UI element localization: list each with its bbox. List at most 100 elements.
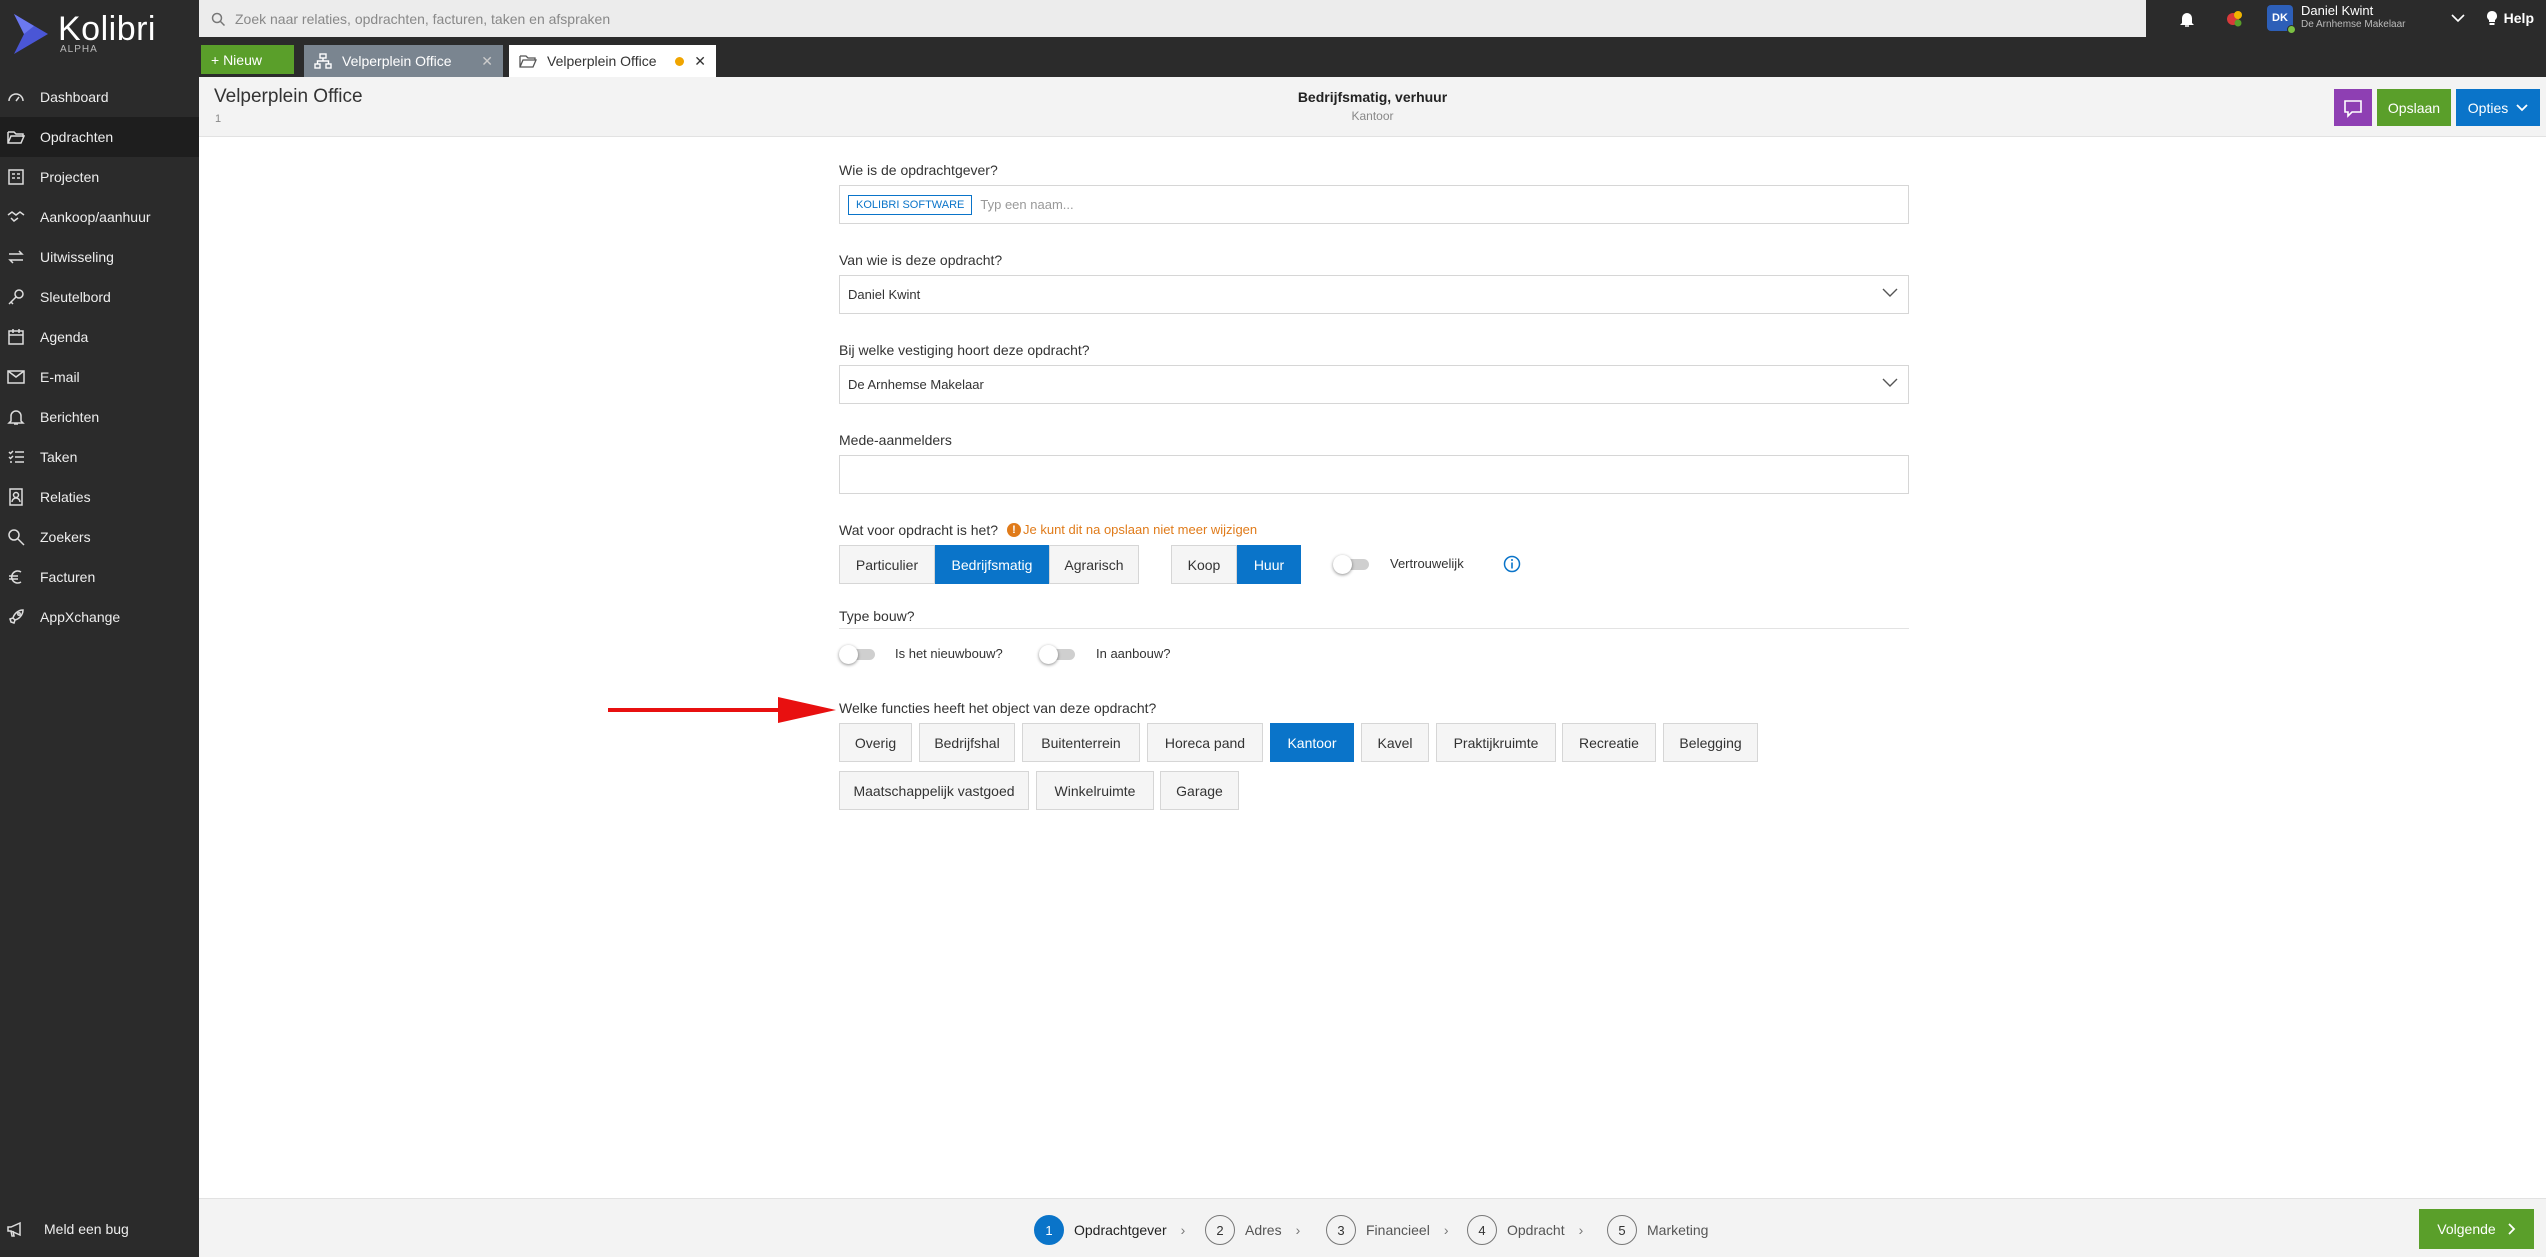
nav-item-zoekers[interactable]: Zoekers: [0, 517, 199, 557]
nav-item-dashboard[interactable]: Dashboard: [0, 77, 199, 117]
user-org: De Arnhemse Makelaar: [2301, 19, 2406, 30]
handshake-icon: [6, 207, 26, 227]
confidential-label: Vertrouwelijk: [1390, 556, 1464, 571]
nav-label: Taken: [40, 449, 78, 465]
function-kavel[interactable]: Kavel: [1361, 723, 1429, 762]
report-bug-button[interactable]: Meld een bug: [6, 1220, 129, 1238]
step-number: 1: [1034, 1215, 1064, 1245]
tab-velperplein-office-1[interactable]: Velperplein Office ✕: [304, 45, 503, 77]
client-tag[interactable]: KOLIBRI SOFTWARE: [848, 194, 973, 215]
info-icon[interactable]: [1503, 555, 1521, 573]
close-icon[interactable]: ✕: [694, 53, 706, 70]
step-adres[interactable]: 2 Adres ›: [1205, 1215, 1300, 1245]
co-registrants-input[interactable]: [839, 455, 1909, 494]
function-horeca-pand[interactable]: Horeca pand: [1147, 723, 1263, 762]
chevron-down-icon: [2516, 103, 2528, 111]
sitemap-icon: [314, 53, 332, 69]
next-button[interactable]: Volgende: [2419, 1209, 2534, 1249]
owner-select[interactable]: Daniel Kwint: [839, 275, 1909, 314]
nav-item-aankoop[interactable]: Aankoop/aanhuur: [0, 197, 199, 237]
function-maatschappelijk-vastgoed[interactable]: Maatschappelijk vastgoed: [839, 771, 1029, 810]
folder-open-icon: [519, 53, 537, 69]
assignment-type-warning: ! Je kunt dit na opslaan niet meer wijzi…: [1007, 522, 1257, 537]
nav-item-projecten[interactable]: Projecten: [0, 157, 199, 197]
notifications-button[interactable]: [2176, 8, 2198, 30]
nav-label: Opdrachten: [40, 129, 114, 145]
search-input[interactable]: [235, 10, 2035, 27]
nav-item-facturen[interactable]: Facturen: [0, 557, 199, 597]
step-financieel[interactable]: 3 Financieel ›: [1326, 1215, 1449, 1245]
step-label: Opdracht: [1507, 1222, 1565, 1238]
nav-label: Facturen: [40, 569, 96, 585]
nav-label: Dashboard: [40, 89, 109, 105]
client-field[interactable]: KOLIBRI SOFTWARE: [839, 185, 1909, 224]
nav-item-uitwisseling[interactable]: Uitwisseling: [0, 237, 199, 277]
new-button[interactable]: + Nieuw: [201, 45, 294, 74]
function-overig[interactable]: Overig: [839, 723, 912, 762]
close-icon[interactable]: ✕: [481, 53, 493, 70]
save-button[interactable]: Opslaan: [2377, 89, 2451, 126]
kolibri-logo-icon: [14, 14, 48, 54]
under-construction-toggle[interactable]: [1039, 645, 1077, 664]
user-menu[interactable]: DK Daniel Kwint De Arnhemse Makelaar: [2267, 3, 2465, 34]
global-search[interactable]: [199, 0, 2146, 37]
step-opdrachtgever[interactable]: 1 Opdrachtgever ›: [1034, 1215, 1185, 1245]
nav-item-agenda[interactable]: Agenda: [0, 317, 199, 357]
nav-item-berichten[interactable]: Berichten: [0, 397, 199, 437]
assignment-type-subtitle: Kantoor: [1351, 109, 1394, 123]
calendar-icon: [6, 327, 26, 347]
confidential-toggle[interactable]: [1333, 555, 1371, 574]
new-build-label: Is het nieuwbouw?: [895, 646, 1003, 661]
transaction-koop[interactable]: Koop: [1171, 545, 1237, 584]
function-recreatie[interactable]: Recreatie: [1562, 723, 1656, 762]
function-praktijkruimte[interactable]: Praktijkruimte: [1436, 723, 1556, 762]
category-bedrijfsmatig[interactable]: Bedrijfsmatig: [935, 545, 1049, 584]
step-opdracht[interactable]: 4 Opdracht ›: [1467, 1215, 1583, 1245]
key-icon: [6, 287, 26, 307]
step-number: 2: [1205, 1215, 1235, 1245]
status-indicator[interactable]: [2223, 8, 2245, 30]
step-marketing[interactable]: 5 Marketing: [1607, 1215, 1708, 1245]
step-label: Marketing: [1647, 1222, 1709, 1238]
nav-item-taken[interactable]: Taken: [0, 437, 199, 477]
function-winkelruimte[interactable]: Winkelruimte: [1036, 771, 1154, 810]
function-bedrijfshal[interactable]: Bedrijfshal: [919, 723, 1015, 762]
nav-label: Zoekers: [40, 529, 91, 545]
step-label: Opdrachtgever: [1074, 1222, 1167, 1238]
function-buitenterrein[interactable]: Buitenterrein: [1022, 723, 1140, 762]
help-button[interactable]: Help: [2485, 10, 2534, 26]
warning-text: Je kunt dit na opslaan niet meer wijzige…: [1023, 522, 1258, 537]
nav-label: Aankoop/aanhuur: [40, 209, 151, 225]
warning-icon: !: [1007, 522, 1021, 537]
nav-item-appxchange[interactable]: AppXchange: [0, 597, 199, 637]
new-build-toggle[interactable]: [839, 645, 877, 664]
avatar-initials: DK: [2272, 12, 2288, 24]
user-name: Daniel Kwint: [2301, 3, 2374, 18]
step-label: Adres: [1245, 1222, 1282, 1238]
nav-item-opdrachten[interactable]: Opdrachten: [0, 117, 199, 157]
owner-value: Daniel Kwint: [848, 287, 921, 302]
tab-label: Velperplein Office: [342, 53, 452, 69]
sidebar: Kolibri ALPHA Dashboard Opdrachten Proje…: [0, 0, 199, 1257]
folder-open-icon: [6, 127, 26, 147]
chat-button[interactable]: [2334, 89, 2372, 126]
nav-item-relaties[interactable]: Relaties: [0, 477, 199, 517]
category-agrarisch[interactable]: Agrarisch: [1049, 545, 1139, 584]
owner-label: Van wie is deze opdracht?: [839, 252, 1003, 268]
function-garage[interactable]: Garage: [1160, 771, 1239, 810]
assignment-type-label: Wat voor opdracht is het?: [839, 522, 999, 538]
client-input[interactable]: [980, 197, 1581, 212]
function-belegging[interactable]: Belegging: [1663, 723, 1758, 762]
options-button[interactable]: Opties: [2456, 89, 2540, 126]
transaction-huur[interactable]: Huur: [1237, 545, 1301, 584]
chevron-down-icon: [1882, 288, 1898, 297]
branch-select[interactable]: De Arnhemse Makelaar: [839, 365, 1909, 404]
functions-label: Welke functies heeft het object van deze…: [839, 700, 1157, 716]
tab-velperplein-office-2[interactable]: Velperplein Office ✕: [509, 45, 716, 77]
nav-item-email[interactable]: E-mail: [0, 357, 199, 397]
chevron-down-icon: [2450, 13, 2465, 22]
category-particulier[interactable]: Particulier: [839, 545, 935, 584]
function-kantoor[interactable]: Kantoor: [1270, 723, 1354, 762]
nav-item-sleutelbord[interactable]: Sleutelbord: [0, 277, 199, 317]
app-edition: ALPHA: [60, 44, 98, 55]
